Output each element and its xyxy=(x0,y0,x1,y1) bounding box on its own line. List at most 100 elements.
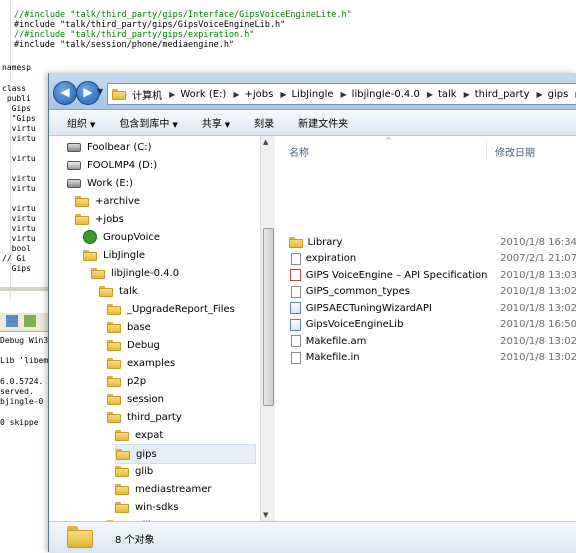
breadcrumb-item[interactable]: libjingle-0.4.0 xyxy=(352,89,420,100)
chevron-right-icon[interactable]: ▶ xyxy=(341,90,347,99)
file-date: 2010/1/8 16:50 xyxy=(500,319,576,330)
file-row[interactable]: Library 2010/1/8 16:34 xyxy=(289,234,576,250)
command-button[interactable]: 新建文件夹 xyxy=(298,115,348,130)
chevron-right-icon[interactable]: ▶ xyxy=(280,90,286,99)
tree-item[interactable]: win-sdks xyxy=(115,498,178,516)
back-button[interactable]: ◀ xyxy=(53,81,77,105)
folder-icon xyxy=(91,267,105,279)
command-button[interactable]: 共享 ▼ xyxy=(202,115,230,130)
folder-icon xyxy=(99,285,113,297)
output-line: Debug Win3 xyxy=(0,336,49,345)
tree-item[interactable]: +jobs xyxy=(75,210,124,228)
command-bar: 组织 ▼ 包含到库中 ▼ 共享 ▼ 刻录 新建文件夹 xyxy=(49,110,576,136)
file-row[interactable]: Makefile.in 2010/1/8 13:02 xyxy=(289,350,576,366)
tree-item[interactable]: Work (E:) xyxy=(67,174,133,192)
tree-item[interactable]: Debug xyxy=(107,336,160,354)
tree-item[interactable]: examples xyxy=(107,354,175,372)
status-bar: 8 个对象 xyxy=(49,521,576,553)
chevron-right-icon[interactable]: ▶ xyxy=(537,90,543,99)
tree-item[interactable]: expat xyxy=(115,426,163,444)
breadcrumb-item[interactable]: +jobs xyxy=(244,89,273,100)
address-bar[interactable]: ▶ 计算机 ▶ Work (E:) ▶ +jobs ▶ LibJingle ▶ libjingl… xyxy=(107,83,576,105)
folder-icon xyxy=(115,429,129,441)
chevron-right-icon[interactable]: ▶ xyxy=(233,90,239,99)
code-fragment: virtu xyxy=(2,134,36,143)
chevron-right-icon[interactable]: ▶ xyxy=(427,90,433,99)
breadcrumb-item[interactable]: LibJingle xyxy=(291,89,333,100)
tree-item[interactable]: third_party xyxy=(107,408,182,426)
scroll-up-icon[interactable]: ▲ xyxy=(263,138,268,146)
tree-item[interactable]: session xyxy=(107,390,164,408)
folder-icon xyxy=(116,448,130,460)
file-row[interactable]: GIPSAECTuningWizardAPI 2010/1/8 13:02 xyxy=(289,300,576,316)
file-icon xyxy=(291,335,301,347)
scroll-down-icon[interactable]: ▼ xyxy=(263,511,268,519)
dropdown-arrow-icon: ▼ xyxy=(172,121,178,129)
tree-item-label: Foolbear (C:) xyxy=(87,141,152,153)
command-label: 组织 xyxy=(67,119,87,130)
file-list: 名称 ^ 修改日期 Library 2010/1/8 16:34 expiratio… xyxy=(275,136,576,521)
file-date: 2010/1/8 13:03 xyxy=(500,269,576,281)
code-fragment: "Gips xyxy=(2,114,36,123)
output-line: 6.0.5724. xyxy=(0,377,44,386)
folder-icon xyxy=(107,339,121,351)
tree-item[interactable]: base xyxy=(107,318,151,336)
tree-item[interactable]: talk xyxy=(99,282,138,300)
chevron-right-icon[interactable]: ▶ xyxy=(464,90,470,99)
tree-item[interactable]: Foolbear (C:) xyxy=(67,138,151,156)
command-label: 共享 xyxy=(201,119,222,130)
code-fragment: namesp xyxy=(2,63,31,72)
file-name: Makefile.in xyxy=(305,352,360,363)
command-button[interactable]: 组织 ▼ xyxy=(67,115,95,130)
file-icon xyxy=(291,285,301,298)
output-line: served. xyxy=(0,387,34,396)
tree-item[interactable]: glib xyxy=(115,462,153,480)
tree-item[interactable]: +archive xyxy=(75,192,140,210)
column-divider[interactable] xyxy=(486,140,487,160)
file-row[interactable]: GIPS_common_types 2010/1/8 13:02 xyxy=(289,284,576,300)
file-date: 2010/1/8 13:02 xyxy=(500,286,576,297)
tree-item[interactable]: GroupVoice xyxy=(83,228,160,246)
breadcrumb-item[interactable]: Work (E:) xyxy=(180,89,226,100)
file-row[interactable]: Makefile.am 2010/1/8 13:02 xyxy=(289,333,576,349)
code-fragment: virtu xyxy=(2,204,36,213)
tree-item[interactable]: mediastreamer xyxy=(115,480,211,498)
file-name: Library xyxy=(307,236,343,248)
tree-item[interactable]: LibJingle xyxy=(83,246,145,264)
tree-item-label: LibJingle xyxy=(103,249,146,261)
drive-icon xyxy=(67,178,81,188)
history-dropdown-icon[interactable]: ▼ xyxy=(97,87,103,96)
file-row[interactable]: expiration 2007/2/1 21:07 xyxy=(289,251,576,267)
tree-item[interactable]: _UpgradeReport_Files xyxy=(107,300,235,318)
command-button[interactable]: 包含到库中 ▼ xyxy=(119,115,177,130)
tree-item[interactable]: libjingle-0.4.0 xyxy=(91,264,179,282)
tree-item[interactable]: p2p xyxy=(107,372,146,390)
breadcrumb-item[interactable]: third_party xyxy=(475,89,530,100)
file-name: GipsVoiceEngineLib xyxy=(305,319,404,330)
nav-scrollbar[interactable]: ▲ ▼ xyxy=(260,136,275,521)
column-header-date[interactable]: 修改日期 xyxy=(495,144,535,159)
file-name: GIPSAECTuningWizardAPI xyxy=(305,302,432,314)
back-arrow-icon: ◀ xyxy=(60,85,70,99)
folder-icon xyxy=(75,195,89,207)
scroll-thumb[interactable] xyxy=(263,228,274,406)
tree-item-label: libjingle-0.4.0 xyxy=(111,267,180,279)
column-header-name[interactable]: 名称 xyxy=(289,144,309,159)
tree-item[interactable]: gips xyxy=(115,444,256,464)
panel-splitter[interactable] xyxy=(0,287,48,291)
breadcrumb-item[interactable]: gips xyxy=(548,89,569,100)
cd-drive-icon xyxy=(67,160,81,170)
file-row[interactable]: GipsVoiceEngineLib 2010/1/8 16:50 xyxy=(289,317,576,333)
toolbar-icon[interactable] xyxy=(24,315,36,327)
file-date: 2010/1/8 13:02 xyxy=(500,302,576,314)
command-button[interactable]: 刻录 xyxy=(254,115,274,130)
toolbar-icon[interactable] xyxy=(6,315,18,327)
output-line: Lib 'libem xyxy=(0,356,49,365)
breadcrumb-item[interactable]: 计算机 xyxy=(132,87,162,102)
chevron-right-icon[interactable]: ▶ xyxy=(169,90,175,99)
file-row[interactable]: GIPS VoiceEngine – API Specification 2010… xyxy=(289,267,576,283)
breadcrumb-item[interactable]: talk xyxy=(438,89,457,100)
tree-item[interactable]: FOOLMP4 (D:) xyxy=(67,156,157,174)
folder-icon xyxy=(107,375,121,387)
drive-icon xyxy=(67,142,81,152)
